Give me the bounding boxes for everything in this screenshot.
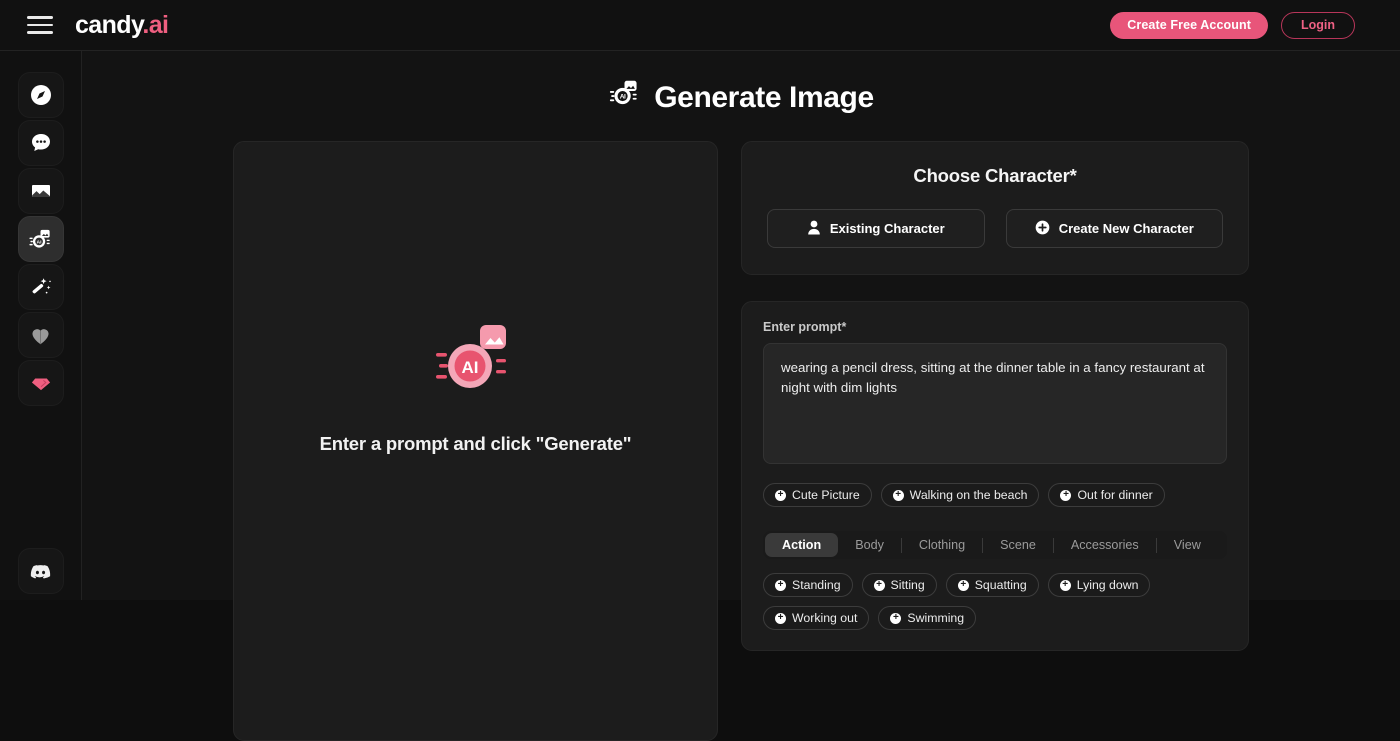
plus-icon: + xyxy=(873,579,885,591)
prompt-card: Enter prompt* + Cute Picture + Walking o… xyxy=(741,301,1249,651)
action-option-chips: + Standing + Sitting + Squatting + Lying… xyxy=(763,573,1227,630)
action-chip-label: Lying down xyxy=(1076,578,1139,592)
svg-text:AI: AI xyxy=(37,239,43,245)
ai-image-placeholder-icon: AI xyxy=(434,322,518,405)
action-chip[interactable]: + Swimming xyxy=(878,606,977,630)
plus-icon: + xyxy=(890,612,902,624)
attribute-tabs: Action Body Clothing Scene Accessories V… xyxy=(763,531,1227,559)
action-chip-label: Working out xyxy=(792,611,858,625)
suggestion-chip[interactable]: + Walking on the beach xyxy=(880,483,1040,507)
sidebar-item-favorites[interactable] xyxy=(17,312,64,358)
image-preview-panel: AI Enter a prompt and click "Generate" xyxy=(233,141,718,741)
action-chip[interactable]: + Sitting xyxy=(861,573,937,597)
tab-clothing[interactable]: Clothing xyxy=(902,533,982,557)
tab-body[interactable]: Body xyxy=(838,533,901,557)
action-chip[interactable]: + Standing xyxy=(763,573,853,597)
tab-view[interactable]: View xyxy=(1157,533,1218,557)
diamond-icon xyxy=(29,371,53,395)
sidebar-item-chat[interactable] xyxy=(17,120,64,166)
create-free-account-button[interactable]: Create Free Account xyxy=(1110,11,1268,39)
content-columns: AI Enter a prompt and click "Generate" C… xyxy=(82,141,1400,741)
image-gallery-icon xyxy=(29,179,53,203)
ai-camera-icon: AI xyxy=(608,77,641,118)
action-chip-label: Swimming xyxy=(907,611,965,625)
login-button[interactable]: Login xyxy=(1280,11,1355,39)
plus-icon: + xyxy=(892,489,904,501)
plus-icon: + xyxy=(775,612,786,624)
left-sidebar: AI xyxy=(0,51,82,600)
preview-placeholder-text: Enter a prompt and click "Generate" xyxy=(319,433,632,454)
tab-accessories[interactable]: Accessories xyxy=(1054,533,1156,557)
person-icon xyxy=(807,220,821,238)
page-title: AI Generate Image xyxy=(82,77,1400,118)
header-actions: Create Free Account Login xyxy=(1110,11,1355,39)
suggestion-chip-label: Out for dinner xyxy=(1077,488,1153,502)
plus-circle-icon xyxy=(1035,220,1050,238)
prompt-label: Enter prompt* xyxy=(763,320,847,334)
page-title-text: Generate Image xyxy=(654,80,874,114)
suggestion-chip[interactable]: + Out for dinner xyxy=(1048,483,1165,507)
app-logo[interactable]: candy.ai xyxy=(75,10,169,40)
sidebar-item-premium[interactable] xyxy=(17,360,64,406)
action-chip[interactable]: + Lying down xyxy=(1047,573,1151,597)
prompt-suggestion-chips: + Cute Picture + Walking on the beach + … xyxy=(763,483,1227,507)
sidebar-item-explore[interactable] xyxy=(17,72,64,118)
sidebar-item-gallery[interactable] xyxy=(17,168,64,214)
tab-action[interactable]: Action xyxy=(765,533,839,557)
compass-icon xyxy=(29,83,53,107)
hamburger-menu-icon[interactable] xyxy=(27,16,53,34)
plus-icon: + xyxy=(775,489,786,501)
existing-character-button[interactable]: Existing Character xyxy=(767,209,985,248)
discord-icon xyxy=(29,560,52,583)
existing-character-label: Existing Character xyxy=(829,221,945,236)
plus-icon: + xyxy=(1059,579,1071,591)
sidebar-item-discord[interactable] xyxy=(17,548,64,594)
svg-text:AI: AI xyxy=(620,94,626,101)
heart-icon xyxy=(29,324,52,347)
create-new-character-label: Create New Character xyxy=(1058,221,1194,236)
character-buttons: Existing Character Create New Character xyxy=(767,209,1223,248)
magic-wand-icon xyxy=(29,275,53,299)
action-chip[interactable]: + Working out xyxy=(763,606,870,630)
logo-text: candy xyxy=(75,10,143,39)
prompt-input[interactable] xyxy=(763,343,1227,464)
suggestion-chip-label: Walking on the beach xyxy=(909,488,1028,502)
plus-icon: + xyxy=(775,579,786,591)
suggestion-chip-label: Cute Picture xyxy=(792,488,860,502)
choose-character-card: Choose Character* Existing Character Cre… xyxy=(741,141,1249,275)
ai-camera-icon: AI xyxy=(28,227,53,252)
action-chip-label: Sitting xyxy=(890,578,925,592)
create-new-character-button[interactable]: Create New Character xyxy=(1005,209,1223,248)
action-chip-label: Squatting xyxy=(974,578,1027,592)
logo-suffix: .ai xyxy=(142,10,169,39)
svg-text:AI: AI xyxy=(461,358,478,377)
sidebar-item-generate-image[interactable]: AI xyxy=(17,216,64,262)
plus-icon: + xyxy=(1060,489,1072,501)
action-chip-label: Standing xyxy=(792,578,841,592)
chat-bubble-icon xyxy=(29,131,53,155)
sidebar-item-magic-tools[interactable] xyxy=(17,264,64,310)
choose-character-title: Choose Character* xyxy=(913,165,1077,186)
suggestion-chip[interactable]: + Cute Picture xyxy=(763,483,872,507)
tab-scene[interactable]: Scene xyxy=(983,533,1053,557)
plus-icon: + xyxy=(957,579,969,591)
top-header: candy.ai Create Free Account Login xyxy=(0,0,1400,51)
controls-column: Choose Character* Existing Character Cre… xyxy=(741,141,1249,741)
action-chip[interactable]: + Squatting xyxy=(945,573,1039,597)
main-content: AI Generate Image AI Enter a prompt and … xyxy=(82,51,1400,741)
